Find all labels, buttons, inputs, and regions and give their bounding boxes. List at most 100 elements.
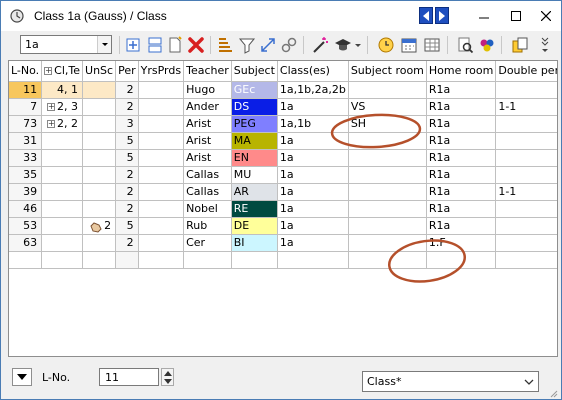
expand-icon[interactable]: + <box>47 103 56 111</box>
cell-clte[interactable]: 4, 1 <box>41 81 84 99</box>
cell-subject[interactable]: DE <box>231 217 278 235</box>
cell-teacher[interactable]: Rub <box>183 217 232 235</box>
grid-view-icon[interactable] <box>423 36 441 54</box>
cell-per[interactable]: 5 <box>115 132 139 150</box>
field-menu-button[interactable] <box>12 368 32 386</box>
cell-double[interactable] <box>495 166 557 184</box>
cell-subject[interactable]: PEG <box>231 115 278 133</box>
cell-clte[interactable] <box>41 200 84 218</box>
delete-icon[interactable] <box>187 36 205 54</box>
cell-lno[interactable]: 73 <box>9 115 43 133</box>
magic-wand-icon[interactable] <box>311 36 329 54</box>
cell-home-room[interactable]: R1a <box>426 115 497 133</box>
cell-clte[interactable]: +2, 2 <box>41 115 84 133</box>
export-icon[interactable] <box>511 36 529 54</box>
table-row[interactable]: 53 2 5 Rub DE 1a R1a <box>9 217 557 235</box>
cell-per[interactable]: 5 <box>115 149 139 167</box>
filter-icon[interactable] <box>238 36 256 54</box>
col-header-home-room[interactable]: Home room <box>426 61 497 82</box>
cell-subject-room[interactable] <box>348 183 427 201</box>
cell-lno[interactable]: 33 <box>9 149 43 167</box>
cell-teacher[interactable]: Arist <box>183 115 232 133</box>
cell-per[interactable]: 2 <box>115 183 139 201</box>
cell-subject-room[interactable] <box>348 166 427 184</box>
expand-icon[interactable]: + <box>44 67 53 76</box>
cell-home-room[interactable]: R1a <box>426 149 497 167</box>
cell-subject[interactable]: BI <box>231 234 278 252</box>
print-preview-icon[interactable] <box>456 36 474 54</box>
link-icon[interactable] <box>280 36 298 54</box>
cell-teacher[interactable]: Callas <box>183 183 232 201</box>
empty-cell[interactable] <box>115 251 139 269</box>
empty-cell[interactable] <box>277 251 349 269</box>
col-header-subject[interactable]: Subject <box>231 61 278 82</box>
lno-input[interactable]: 11 <box>99 368 159 386</box>
more-icon[interactable] <box>539 36 551 54</box>
cell-teacher[interactable]: Cer <box>183 234 232 252</box>
close-button[interactable] <box>533 5 561 27</box>
cell-teacher[interactable]: Ander <box>183 98 232 116</box>
cell-double[interactable]: 1-1 <box>495 183 557 201</box>
calendar-icon[interactable] <box>400 36 418 54</box>
cell-per[interactable]: 3 <box>115 115 139 133</box>
title-bar[interactable]: Class 1a (Gauss) / Class <box>1 1 561 31</box>
cell-yrsprds[interactable] <box>138 115 185 133</box>
cell-home-room[interactable]: R1a <box>426 217 497 235</box>
color-icon[interactable] <box>478 36 496 54</box>
prev-button[interactable] <box>419 7 433 24</box>
cell-home-room[interactable]: R1a <box>426 200 497 218</box>
cell-teacher[interactable]: Callas <box>183 166 232 184</box>
cell-per[interactable]: 2 <box>115 98 139 116</box>
cell-teacher[interactable]: Arist <box>183 132 232 150</box>
col-header-per[interactable]: Per <box>115 61 139 82</box>
empty-row[interactable] <box>9 251 557 269</box>
resize-icon[interactable] <box>259 36 277 54</box>
maximize-button[interactable] <box>503 5 531 27</box>
col-header-lno[interactable]: L-No. <box>9 61 43 82</box>
cell-unsc[interactable] <box>82 115 117 133</box>
cell-clte[interactable] <box>41 183 84 201</box>
cell-per[interactable]: 5 <box>115 217 139 235</box>
cell-clte[interactable]: +2, 3 <box>41 98 84 116</box>
cell-unsc[interactable] <box>82 81 117 99</box>
view-filter-select[interactable]: Class* <box>362 371 539 392</box>
lesson-sequence-icon[interactable] <box>216 36 234 54</box>
cell-yrsprds[interactable] <box>138 81 185 99</box>
split-icon[interactable] <box>146 36 164 54</box>
cell-classes[interactable]: 1a,1b,2a,2b <box>277 81 349 99</box>
cell-clte[interactable] <box>41 149 84 167</box>
cell-unsc[interactable] <box>82 200 117 218</box>
cell-yrsprds[interactable] <box>138 149 185 167</box>
table-row[interactable]: 73 +2, 2 3 Arist PEG 1a,1b SH R1a <box>9 115 557 133</box>
cell-lno[interactable]: 46 <box>9 200 43 218</box>
minimize-button[interactable] <box>471 5 499 27</box>
cell-teacher[interactable]: Nobel <box>183 200 232 218</box>
cell-yrsprds[interactable] <box>138 132 185 150</box>
empty-cell[interactable] <box>183 251 232 269</box>
cell-subject-room[interactable] <box>348 234 427 252</box>
cell-teacher[interactable]: Arist <box>183 149 232 167</box>
empty-cell[interactable] <box>348 251 427 269</box>
cell-yrsprds[interactable] <box>138 217 185 235</box>
cell-unsc[interactable]: 2 <box>82 217 117 235</box>
cell-subject[interactable]: RE <box>231 200 278 218</box>
cell-classes[interactable]: 1a <box>277 132 349 150</box>
new-document-icon[interactable] <box>166 36 184 54</box>
cell-yrsprds[interactable] <box>138 183 185 201</box>
cell-home-room[interactable]: R1a <box>426 81 497 99</box>
chevron-down-icon[interactable] <box>97 36 111 53</box>
cell-lno[interactable]: 35 <box>9 166 43 184</box>
cell-clte[interactable] <box>41 132 84 150</box>
col-header-subject-room[interactable]: Subject room <box>348 61 427 82</box>
cell-home-room[interactable]: R1a <box>426 183 497 201</box>
empty-cell[interactable] <box>9 251 43 269</box>
cell-classes[interactable]: 1a <box>277 98 349 116</box>
cell-classes[interactable]: 1a <box>277 183 349 201</box>
cell-subject[interactable]: MU <box>231 166 278 184</box>
cell-clte[interactable] <box>41 166 84 184</box>
cell-home-room[interactable]: 1.F <box>426 234 497 252</box>
cell-double[interactable] <box>495 149 557 167</box>
chevron-down-icon[interactable] <box>353 36 363 54</box>
cell-classes[interactable]: 1a <box>277 217 349 235</box>
cell-unsc[interactable] <box>82 149 117 167</box>
